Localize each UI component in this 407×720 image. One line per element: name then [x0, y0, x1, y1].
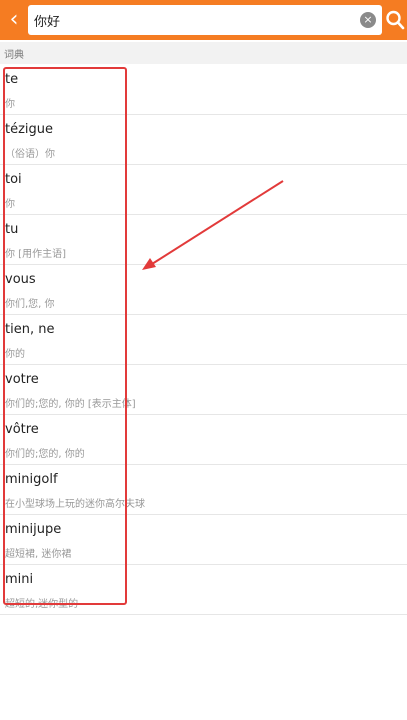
result-meaning: 你: [5, 199, 15, 210]
search-bar: ‹ ×: [0, 0, 407, 40]
result-row[interactable]: vôtre 你们的;您的, 你的: [0, 415, 407, 465]
result-meaning: 你的: [5, 349, 25, 360]
result-row[interactable]: votre 你们的;您的, 你的 [表示主体]: [0, 365, 407, 415]
search-box[interactable]: ×: [28, 5, 382, 35]
result-word: minigolf: [5, 472, 58, 487]
result-word: tien, ne: [5, 322, 55, 337]
result-meaning: 你们,您, 你: [5, 299, 55, 310]
result-row[interactable]: minijupe 超短裙, 迷你裙: [0, 515, 407, 565]
result-list: te 你 tézigue （俗语）你 toi 你 tu 你 [用作主语] vous 你们,您, 你…: [0, 65, 407, 615]
result-row[interactable]: tu 你 [用作主语]: [0, 215, 407, 265]
result-meaning: 超短的,迷你型的: [5, 599, 79, 610]
result-meaning: 在小型球场上玩的迷你高尔夫球: [5, 499, 145, 510]
result-row[interactable]: mini 超短的,迷你型的: [0, 565, 407, 615]
result-row[interactable]: minigolf 在小型球场上玩的迷你高尔夫球: [0, 465, 407, 515]
result-word: vôtre: [5, 422, 39, 437]
result-row[interactable]: vous 你们,您, 你: [0, 265, 407, 315]
result-meaning: 你们的;您的, 你的: [5, 449, 85, 460]
result-row[interactable]: tien, ne 你的: [0, 315, 407, 365]
result-word: minijupe: [5, 522, 62, 537]
result-word: toi: [5, 172, 22, 187]
clear-icon[interactable]: ×: [360, 12, 376, 28]
result-row[interactable]: toi 你: [0, 165, 407, 215]
section-header: 词典: [0, 42, 407, 64]
search-input[interactable]: [34, 5, 354, 35]
result-meaning: 你们的;您的, 你的 [表示主体]: [5, 399, 136, 410]
search-icon[interactable]: [385, 9, 405, 31]
result-meaning: （俗语）你: [5, 149, 55, 160]
section-label: 词典: [4, 50, 24, 61]
result-word: votre: [5, 372, 39, 387]
result-word: vous: [5, 272, 36, 287]
back-icon[interactable]: ‹: [4, 6, 24, 34]
result-row[interactable]: tézigue （俗语）你: [0, 115, 407, 165]
result-row[interactable]: te 你: [0, 65, 407, 115]
result-word: mini: [5, 572, 34, 587]
result-word: tu: [5, 222, 19, 237]
result-meaning: 超短裙, 迷你裙: [5, 549, 72, 560]
result-meaning: 你 [用作主语]: [5, 249, 66, 260]
result-word: tézigue: [5, 122, 54, 137]
result-word: te: [5, 72, 19, 87]
result-meaning: 你: [5, 99, 15, 110]
